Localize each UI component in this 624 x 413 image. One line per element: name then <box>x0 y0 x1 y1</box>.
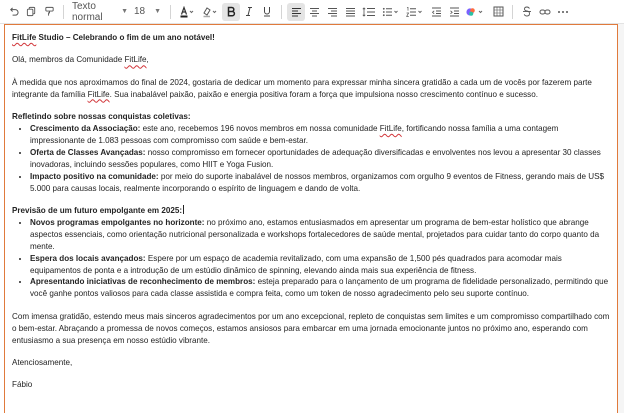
link-icon[interactable] <box>536 3 554 21</box>
section-heading-text: Previsão de um futuro empolgante em 2025… <box>12 205 183 215</box>
align-center-button[interactable] <box>305 3 323 21</box>
font-color-icon[interactable] <box>176 3 198 21</box>
greeting-brand: FitLife <box>124 55 147 65</box>
underline-button[interactable] <box>258 3 276 21</box>
list-item-label: Apresentando iniciativas de reconhecimen… <box>30 277 256 287</box>
font-size-dropdown[interactable]: 18 ▼ <box>131 3 165 21</box>
scrollbar-track[interactable] <box>618 24 624 413</box>
copy-icon[interactable] <box>22 3 40 21</box>
more-options-icon[interactable] <box>554 3 572 21</box>
closing-paragraph: Com imensa gratidão, estendo meus mais s… <box>12 311 610 345</box>
toolbar-divider <box>512 4 513 19</box>
decrease-indent-icon[interactable] <box>427 3 445 21</box>
list-item-label: Novos programas empolgantes no horizonte… <box>30 217 205 227</box>
strikethrough-icon[interactable] <box>518 3 536 21</box>
list-item-label: Crescimento da Associação: <box>30 124 141 134</box>
list-item: Impacto positivo na comunidade: por meio… <box>30 171 610 195</box>
message-title: FitLife Studio – Celebrando o fim de um … <box>12 32 610 44</box>
achievements-list: Crescimento da Associação: este ano, rec… <box>12 123 610 194</box>
align-left-button[interactable] <box>287 2 305 21</box>
list-item-label: Oferta de Classes Avançadas: <box>30 147 146 157</box>
intro-brand: FitLife <box>87 89 110 99</box>
text-cursor <box>183 204 185 214</box>
bulleted-list-icon[interactable] <box>379 3 403 21</box>
document-content: FitLife Studio – Celebrando o fim de um … <box>5 25 617 391</box>
text-style-dropdown[interactable]: Texto normal ▼ <box>69 0 131 23</box>
intro-paragraph: À medida que nos aproximamos do final de… <box>12 77 610 101</box>
toolbar-divider <box>281 4 282 19</box>
signature: Fábio <box>12 380 33 390</box>
chevron-down-icon: ▼ <box>154 8 162 15</box>
table-icon[interactable] <box>489 3 507 21</box>
formatting-toolbar: Texto normal ▼ 18 ▼ <box>0 0 624 24</box>
title-text: Studio – Celebrando o fim de um ano notá… <box>36 33 215 42</box>
list-item-text: este ano, recebemos 196 novos membros em… <box>140 124 380 134</box>
line-spacing-icon[interactable] <box>359 3 379 21</box>
greeting: Olá, membros da Comunidade FitLife, <box>12 54 610 66</box>
signoff: Atenciosamente, <box>12 357 73 367</box>
intro-text-c: . Sua inabalável paixão, paixão e energi… <box>109 89 538 99</box>
chevron-down-icon: ▼ <box>121 8 128 15</box>
font-size-value: 18 <box>134 6 146 17</box>
toolbar-divider <box>63 4 64 19</box>
list-item: Oferta de Classes Avançadas: nosso compr… <box>30 147 610 171</box>
list-item: Espera dos locais avançados: Espere por … <box>30 253 610 277</box>
future-plans-list: Novos programas empolgantes no horizonte… <box>12 217 610 300</box>
list-item-label: Impacto positivo na comunidade: <box>30 171 159 181</box>
list-item: Crescimento da Associação: este ano, rec… <box>30 123 610 147</box>
toolbar-divider <box>170 4 171 19</box>
section-heading: Refletindo sobre nossas conquistas colet… <box>12 112 191 122</box>
section-heading: Previsão de um futuro empolgante em 2025… <box>12 204 610 217</box>
title-brand: FitLife <box>12 33 37 42</box>
text-style-value: Texto normal <box>72 0 103 23</box>
greeting-punct: , <box>146 55 149 65</box>
greeting-text: Olá, membros da Comunidade <box>12 55 125 65</box>
bold-button[interactable] <box>222 2 240 21</box>
increase-indent-icon[interactable] <box>445 3 463 21</box>
format-painter-icon[interactable] <box>40 3 58 21</box>
list-item-brand: FitLife <box>379 124 402 134</box>
copilot-icon[interactable] <box>463 3 489 21</box>
numbered-list-icon[interactable] <box>403 3 427 21</box>
undo-icon[interactable] <box>4 3 22 21</box>
highlight-icon[interactable] <box>198 3 222 21</box>
justify-button[interactable] <box>341 3 359 21</box>
compose-body[interactable]: FitLife Studio – Celebrando o fim de um … <box>4 24 618 413</box>
italic-button[interactable] <box>240 3 258 21</box>
list-item: Novos programas empolgantes no horizonte… <box>30 217 610 253</box>
list-item: Apresentando iniciativas de reconhecimen… <box>30 276 610 300</box>
align-right-button[interactable] <box>323 3 341 21</box>
list-item-label: Espera dos locais avançados: <box>30 253 146 263</box>
